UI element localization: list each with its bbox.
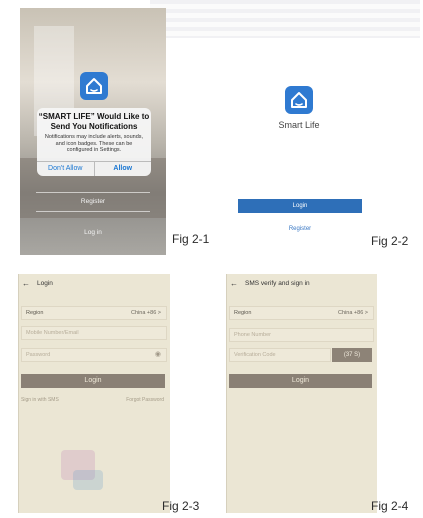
dont-allow-button[interactable]: Don't Allow: [37, 162, 94, 176]
forgot-password-link[interactable]: Forgot Password: [126, 397, 164, 403]
verification-code-input[interactable]: Verification Code: [229, 348, 331, 362]
background-text: [150, 0, 420, 38]
back-arrow-icon[interactable]: ←: [230, 279, 238, 288]
login-button[interactable]: Login: [21, 374, 165, 388]
divider: [36, 211, 150, 212]
home-icon: [291, 92, 307, 108]
allow-button[interactable]: Allow: [93, 162, 152, 176]
dialog-title: “SMART LIFE” Would Like to Send You Noti…: [38, 112, 150, 131]
notification-dialog: “SMART LIFE” Would Like to Send You Noti…: [37, 108, 151, 176]
region-label: Region: [26, 310, 44, 316]
mobile-placeholder: Mobile Number/Email: [26, 330, 79, 336]
code-placeholder: Verification Code: [234, 352, 276, 358]
back-arrow-icon[interactable]: ←: [22, 279, 30, 288]
region-selector[interactable]: Region China +86 >: [229, 306, 374, 320]
figure-caption: Fig 2-2: [371, 234, 409, 248]
region-value: China +86 >: [131, 310, 161, 316]
register-link[interactable]: Register: [238, 226, 362, 232]
dialog-buttons: Don't Allow Allow: [37, 161, 151, 176]
dialog-message: Notifications may include alerts, sounds…: [44, 134, 144, 153]
page-title: Login: [37, 280, 53, 287]
app-icon: [80, 72, 108, 100]
header: ← Login: [19, 274, 170, 294]
screen-login: ← Login Region China +86 > Mobile Number…: [18, 274, 170, 513]
figure-caption: Fig 2-1: [172, 232, 210, 246]
login-button[interactable]: Login: [238, 199, 362, 213]
region-selector[interactable]: Region China +86 >: [21, 306, 167, 320]
mobile-input[interactable]: Mobile Number/Email: [21, 326, 167, 340]
eye-icon[interactable]: ◉: [155, 349, 161, 361]
region-value: China +86 >: [338, 310, 368, 316]
login-button[interactable]: Login: [229, 374, 372, 388]
page-title: SMS verify and sign in: [245, 280, 310, 287]
phone-placeholder: Phone Number: [234, 332, 271, 338]
figure-caption: Fig 2-4: [371, 499, 409, 513]
header: ← SMS verify and sign in: [227, 274, 377, 294]
login-link[interactable]: Log in: [20, 229, 166, 236]
background-decoration: [73, 470, 103, 490]
sms-login-link[interactable]: Sign in with SMS: [21, 397, 59, 403]
password-placeholder: Password: [26, 352, 51, 358]
password-input[interactable]: Password ◉: [21, 348, 167, 362]
register-link[interactable]: Register: [20, 198, 166, 205]
screen-notification: “SMART LIFE” Would Like to Send You Noti…: [20, 8, 166, 255]
screen-splash: Smart Life Login Register: [218, 48, 404, 246]
phone-input[interactable]: Phone Number: [229, 328, 374, 342]
resend-code-button[interactable]: (37 S): [332, 348, 372, 362]
app-name: Smart Life: [278, 120, 320, 130]
divider: [36, 192, 150, 193]
screen-sms-verify: ← SMS verify and sign in Region China +8…: [226, 274, 377, 513]
figure-caption: Fig 2-3: [162, 499, 200, 513]
app-icon: [285, 86, 313, 114]
home-icon: [86, 78, 102, 94]
region-label: Region: [234, 310, 252, 316]
